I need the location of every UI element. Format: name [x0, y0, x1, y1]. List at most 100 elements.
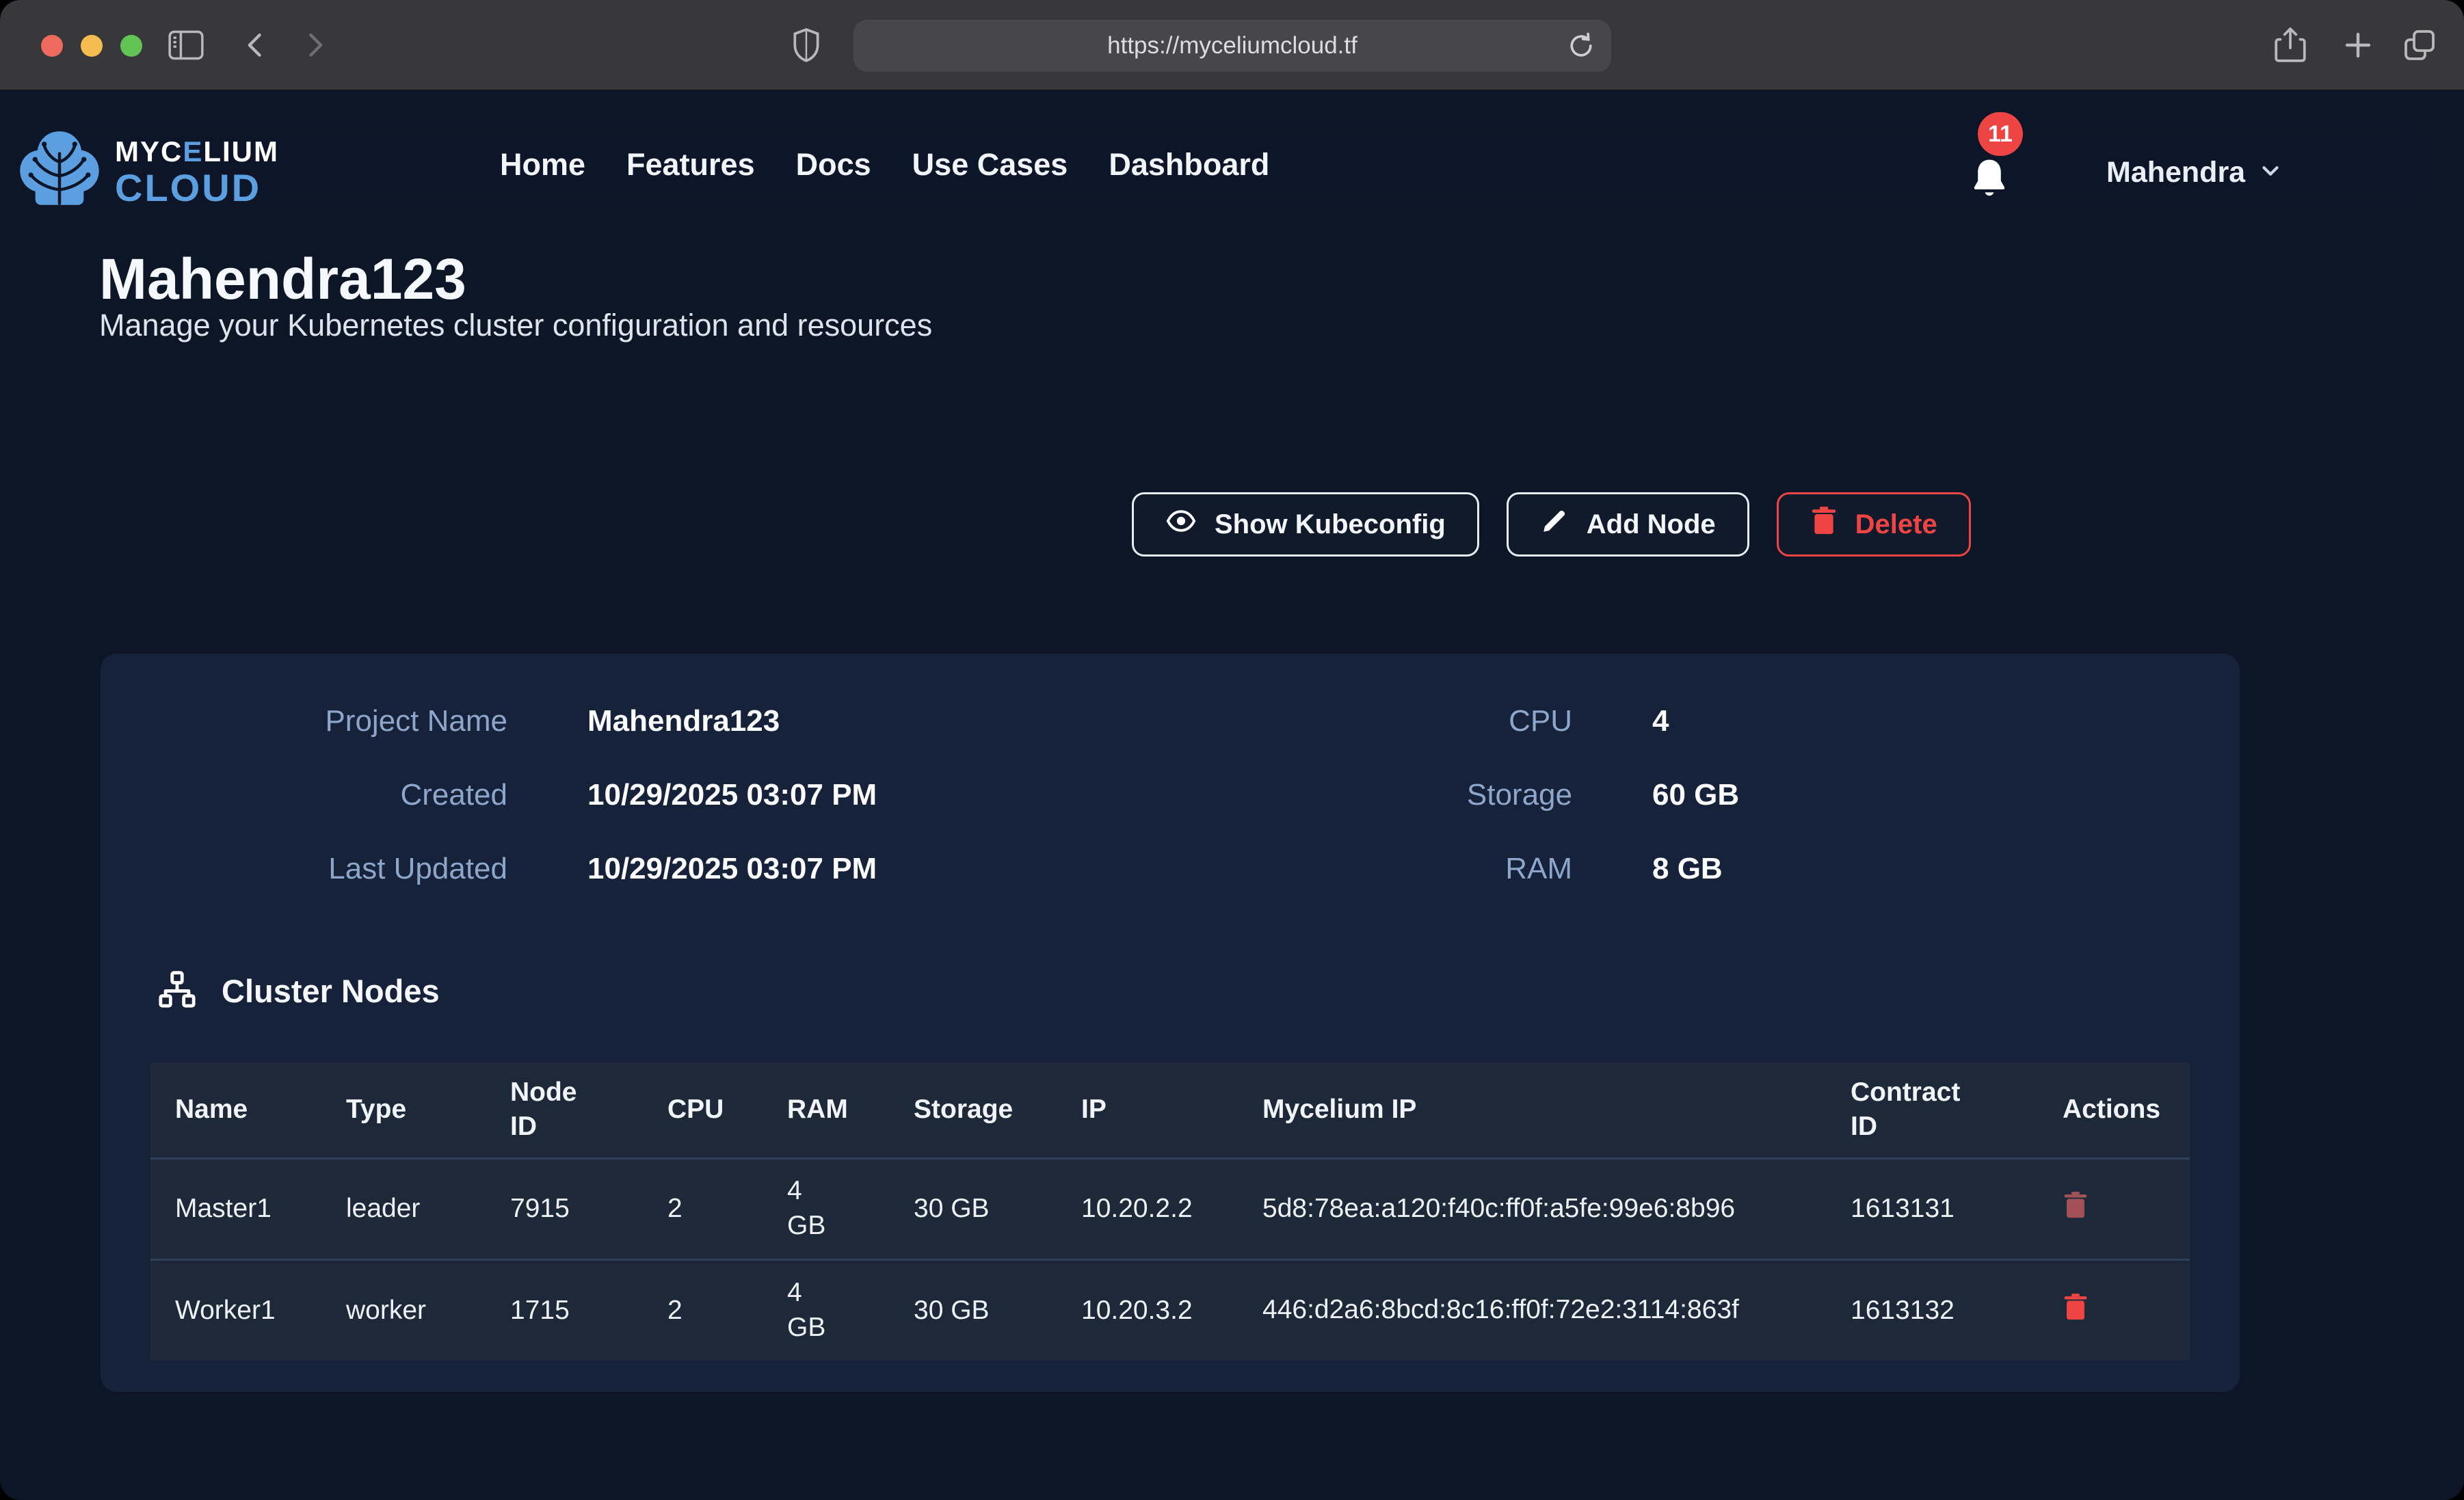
brand-logo[interactable]: MYCELIUM CLOUD — [18, 126, 279, 218]
cell-cpu: 2 — [643, 1259, 763, 1361]
zoom-window-button[interactable] — [120, 35, 142, 57]
detail-label: Project Name — [101, 704, 507, 738]
detail-label: Created — [101, 778, 507, 812]
new-tab-icon[interactable] — [2342, 0, 2374, 90]
detail-label: CPU — [1065, 704, 1572, 738]
col-type: Type — [321, 1062, 486, 1158]
detail-row-last-updated: Last Updated 10/29/2025 03:07 PM — [101, 852, 877, 886]
cluster-actions: Show Kubeconfig Add Node — [1132, 492, 1971, 557]
col-name: Name — [150, 1062, 321, 1158]
network-nodes-icon — [157, 969, 197, 1013]
cell-ram: 4 GB — [763, 1158, 889, 1259]
nav-links: Home Features Docs Use Cases Dashboard — [500, 90, 1269, 239]
cell-mycelium-ip: 5d8:78ea:a120:f40c:ff0f:a5fe:99e6:8b96 — [1238, 1158, 1826, 1259]
cell-name: Worker1 — [150, 1259, 321, 1361]
col-actions: Actions — [2038, 1062, 2190, 1158]
cell-actions — [2038, 1259, 2190, 1361]
delete-node-button[interactable] — [2063, 1191, 2089, 1222]
cell-ram: 4 GB — [763, 1259, 889, 1361]
detail-value: 8 GB — [1652, 852, 1723, 886]
detail-row-project-name: Project Name Mahendra123 — [101, 704, 877, 738]
show-kubeconfig-button[interactable]: Show Kubeconfig — [1132, 492, 1479, 557]
share-icon[interactable] — [2275, 0, 2306, 90]
cell-contract-id: 1613132 — [1826, 1259, 2038, 1361]
cell-node-id: 1715 — [486, 1259, 643, 1361]
cell-name: Master1 — [150, 1158, 321, 1259]
tab-overview-icon[interactable] — [2402, 0, 2437, 90]
privacy-shield-icon[interactable] — [792, 0, 821, 90]
nav-link-docs[interactable]: Docs — [796, 147, 871, 183]
detail-row-ram: RAM 8 GB — [1065, 852, 1739, 886]
notification-count-badge: 11 — [1978, 112, 2023, 156]
page-body: Mahendra123 Manage your Kubernetes clust… — [0, 90, 2464, 1500]
sidebar-toggle-icon[interactable] — [168, 0, 204, 90]
add-node-button[interactable]: Add Node — [1507, 492, 1749, 557]
delete-node-button[interactable] — [2063, 1293, 2089, 1324]
forward-button-icon[interactable] — [300, 0, 330, 90]
cell-type: leader — [321, 1158, 486, 1259]
cell-node-id: 7915 — [486, 1158, 643, 1259]
cluster-nodes-table: Name Type Node ID CPU RAM Storage IP Myc… — [150, 1062, 2190, 1361]
detail-label: Last Updated — [101, 852, 507, 886]
cell-mycelium-ip: 446:d2a6:8bcd:8c16:ff0f:72e2:3114:863f — [1238, 1259, 1826, 1361]
url-text: https://myceliumcloud.tf — [1107, 32, 1357, 59]
brand-wordmark: MYCELIUM CLOUD — [115, 137, 279, 207]
table-header-row: Name Type Node ID CPU RAM Storage IP Myc… — [150, 1062, 2190, 1158]
col-cpu: CPU — [643, 1062, 763, 1158]
detail-value: 10/29/2025 03:07 PM — [587, 852, 877, 886]
trash-icon — [1810, 506, 1838, 543]
back-button-icon[interactable] — [241, 0, 271, 90]
brand-stylized-e: E — [183, 135, 203, 168]
details-left-column: Project Name Mahendra123 Created 10/29/2… — [101, 704, 877, 926]
detail-row-cpu: CPU 4 — [1065, 704, 1739, 738]
nav-link-features[interactable]: Features — [626, 147, 755, 183]
minimize-window-button[interactable] — [81, 35, 103, 57]
col-contract-id: Contract ID — [1826, 1062, 2038, 1158]
browser-window: https://myceliumcloud.tf Mahen — [0, 0, 2464, 1500]
page-subtitle: Manage your Kubernetes cluster configura… — [99, 308, 932, 343]
col-storage: Storage — [889, 1062, 1057, 1158]
details-right-column: CPU 4 Storage 60 GB RAM 8 GB — [1065, 704, 1739, 926]
address-bar[interactable]: https://myceliumcloud.tf — [853, 20, 1611, 72]
user-menu[interactable]: Mahendra — [2106, 156, 2283, 189]
detail-value: 10/29/2025 03:07 PM — [587, 778, 877, 812]
cluster-details-panel: Project Name Mahendra123 Created 10/29/2… — [101, 654, 2240, 1392]
cell-storage: 30 GB — [889, 1158, 1057, 1259]
detail-label: RAM — [1065, 852, 1572, 886]
detail-label: Storage — [1065, 778, 1572, 812]
nav-link-use-cases[interactable]: Use Cases — [912, 147, 1068, 183]
mycelium-cloud-logo-icon — [18, 126, 101, 218]
close-window-button[interactable] — [41, 35, 63, 57]
nav-link-dashboard[interactable]: Dashboard — [1109, 147, 1269, 183]
user-name: Mahendra — [2106, 156, 2245, 189]
col-mycelium-ip: Mycelium IP — [1238, 1062, 1826, 1158]
col-ip: IP — [1057, 1062, 1238, 1158]
cell-cpu: 2 — [643, 1158, 763, 1259]
cell-ip: 10.20.3.2 — [1057, 1259, 1238, 1361]
window-controls[interactable] — [41, 35, 142, 57]
eye-icon — [1165, 505, 1197, 544]
detail-row-created: Created 10/29/2025 03:07 PM — [101, 778, 877, 812]
cell-actions — [2038, 1158, 2190, 1259]
page-title: Mahendra123 — [99, 246, 466, 312]
reload-icon[interactable] — [1566, 31, 1596, 67]
cell-storage: 30 GB — [889, 1259, 1057, 1361]
table-row: Worker1 worker 1715 2 4 GB 30 GB 10.20.3… — [150, 1259, 2190, 1361]
site-navbar: MYCELIUM CLOUD Home Features Docs Use Ca… — [0, 90, 2464, 239]
pencil-icon — [1540, 507, 1569, 542]
nav-link-home[interactable]: Home — [500, 147, 585, 183]
bell-icon — [1968, 193, 2011, 205]
detail-value: 60 GB — [1652, 778, 1739, 812]
col-ram: RAM — [763, 1062, 889, 1158]
delete-cluster-button[interactable]: Delete — [1777, 492, 1971, 557]
detail-row-storage: Storage 60 GB — [1065, 778, 1739, 812]
chevron-down-icon — [2257, 158, 2283, 187]
notifications-button[interactable]: 11 — [1968, 156, 2016, 211]
table-row: Master1 leader 7915 2 4 GB 30 GB 10.20.2… — [150, 1158, 2190, 1259]
cell-contract-id: 1613131 — [1826, 1158, 2038, 1259]
detail-value: 4 — [1652, 704, 1669, 738]
cell-type: worker — [321, 1259, 486, 1361]
cluster-nodes-heading: Cluster Nodes — [157, 969, 440, 1013]
cell-ip: 10.20.2.2 — [1057, 1158, 1238, 1259]
detail-value: Mahendra123 — [587, 704, 780, 738]
